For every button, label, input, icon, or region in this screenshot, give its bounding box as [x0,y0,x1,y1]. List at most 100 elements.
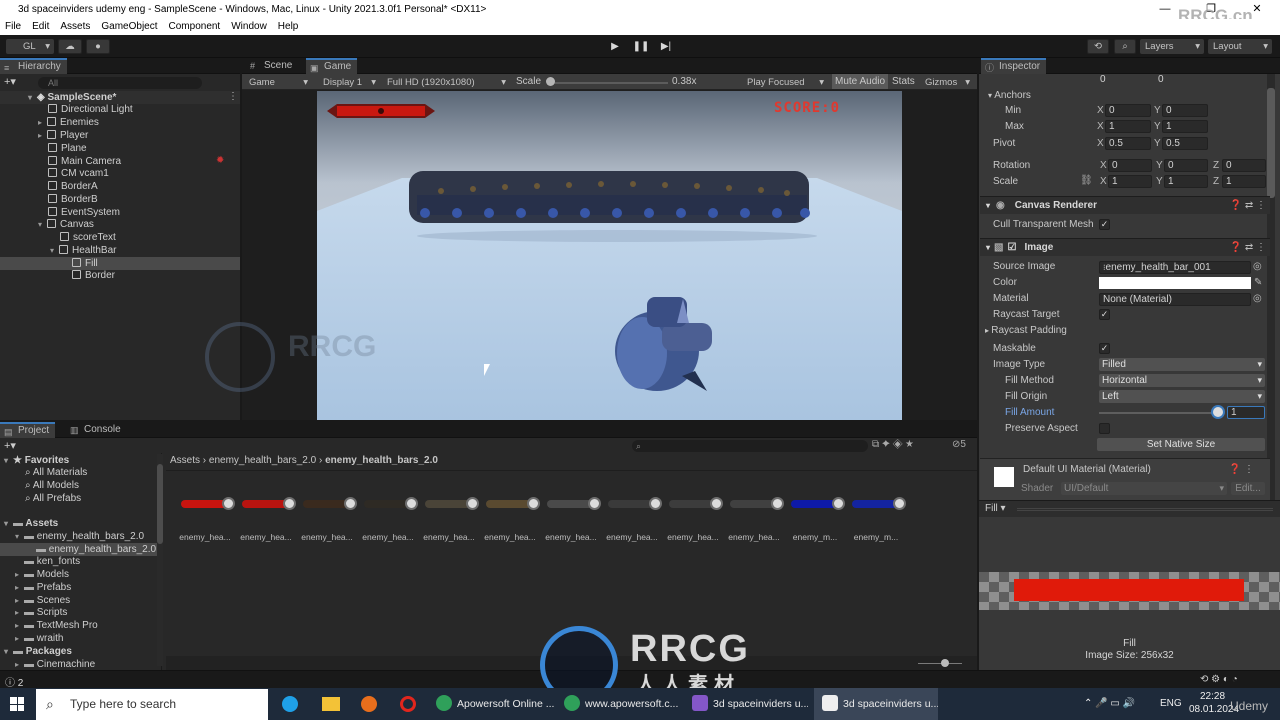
asset-thumbnail[interactable] [181,500,227,508]
tree-item[interactable]: ▾ HealthBar [50,244,116,257]
taskbar-app-browser[interactable]: www.apowersoft.c... [564,688,684,720]
breadcrumb-current[interactable]: enemy_health_bars_2.0 [325,455,438,466]
packages-foldout[interactable]: ▾ ▬ Packages [4,645,72,658]
tree-scrollbar[interactable] [157,454,163,666]
asset-thumbnail[interactable] [486,500,532,508]
fill-amount-knob[interactable] [1213,407,1223,417]
pivot-x[interactable]: 0.5 [1105,137,1151,150]
asset-label[interactable]: enemy_hea... [480,532,540,542]
scale-slider[interactable] [550,82,668,84]
asset-thumbnail[interactable] [303,500,349,508]
pause-button[interactable]: ❚❚ [629,39,653,54]
search-icon[interactable]: ⌕ [1114,39,1136,54]
favorite-item[interactable]: ⌕ All Materials [25,466,87,479]
rotation-x[interactable]: 0 [1108,159,1152,172]
asset-thumbnail[interactable] [242,500,288,508]
anchor-max-x[interactable]: 1 [1105,120,1151,133]
more-icon[interactable]: ⋮ [228,91,238,102]
asset-label[interactable]: enemy_hea... [358,532,418,542]
rotation-y[interactable]: 0 [1164,159,1208,172]
folder-item[interactable]: ▸ ▬ wraith [15,632,63,645]
shader-dropdown[interactable]: UI/Default [1061,482,1227,495]
color-swatch[interactable] [1099,277,1251,289]
tab-project[interactable]: ▤ Project [0,422,56,438]
tree-item[interactable]: CM vcam1 [48,167,109,180]
scale-slider-knob[interactable] [546,77,555,86]
asset-thumbnail[interactable] [547,500,593,508]
gizmos-dropdown[interactable]: Gizmos [920,75,974,90]
width-value[interactable]: 0 [1097,74,1151,87]
mute-audio-toggle[interactable]: Mute Audio [832,74,889,89]
scale-y[interactable]: 1 [1164,175,1208,188]
add-icon[interactable]: +▾ [4,75,18,88]
icon-size-slider[interactable] [918,663,962,664]
raycast-padding-foldout[interactable]: ▸ Raycast Padding [985,324,1067,338]
shader-edit-button[interactable]: Edit... [1231,482,1265,495]
pivot-y[interactable]: 0.5 [1162,137,1208,150]
firefox-icon[interactable] [361,696,377,712]
taskbar-app-visual-studio[interactable]: 3d spaceinviders u... [692,688,808,720]
opera-icon[interactable] [400,696,416,712]
fill-amount-input[interactable]: 1 [1227,406,1265,419]
breadcrumb-item[interactable]: enemy_health_bars_2.0 [209,455,316,466]
tray-icons[interactable]: ⌃ 🎤 ▭ 🔊 [1084,698,1135,709]
menu-file[interactable]: File [5,19,21,35]
anchor-min-x[interactable]: 0 [1105,104,1151,117]
folder-item[interactable]: ▬ ken_fonts [15,555,80,568]
menu-help[interactable]: Help [278,19,299,35]
play-button[interactable]: ▶ [603,39,627,54]
asset-thumbnail[interactable] [791,500,837,508]
asset-thumbnail[interactable] [669,500,715,508]
folder-item[interactable]: ▸ ▬ TextMesh Pro [15,619,98,632]
scale-x[interactable]: 1 [1108,175,1152,188]
create-icon[interactable]: +▾ [4,439,16,452]
image-header[interactable]: ▾ ▧ ☑ Image ❓ ⇄ ⋮ [980,238,1270,256]
folder-item[interactable]: ▸ ▬ Scripts [15,606,67,619]
asset-thumbnail[interactable] [852,500,898,508]
asset-label[interactable]: enemy_hea... [663,532,723,542]
cull-mesh-checkbox[interactable]: ✓ [1099,219,1110,230]
hierarchy-search-input[interactable]: All [38,77,202,89]
resolution-dropdown[interactable]: Full HD (1920x1080) [382,75,510,90]
taskbar-app-apowersoft[interactable]: Apowersoft Online ... [436,688,554,720]
layers-dropdown[interactable]: Layers [1140,39,1204,54]
tree-item[interactable]: Plane [48,142,87,155]
anchor-max-y[interactable]: 1 [1162,120,1208,133]
asset-thumbnail[interactable] [730,500,776,508]
object-picker-icon[interactable]: ◎ [1253,293,1262,304]
menu-component[interactable]: Component [169,19,221,35]
hidden-count[interactable]: ⊘5 [952,439,966,450]
asset-label[interactable]: enemy_m... [785,532,845,542]
status-icons[interactable]: ⟲ ⚙ ◐ ◔ [1200,674,1238,685]
tree-item[interactable]: scoreText [60,231,116,244]
history-icon[interactable]: ⟲ [1087,39,1109,54]
asset-thumbnail[interactable] [425,500,471,508]
preserve-aspect-checkbox[interactable] [1099,423,1110,434]
inspector-scrollbar[interactable] [1267,74,1275,504]
asset-label[interactable]: enemy_hea... [541,532,601,542]
language-indicator[interactable]: ENG [1160,698,1182,709]
windows-start-icon[interactable] [10,697,24,711]
clock-time[interactable]: 22:28 [1200,691,1225,702]
image-type-dropdown[interactable]: Filled [1099,358,1265,371]
fill-origin-dropdown[interactable]: Left [1099,390,1265,403]
cloud-icon[interactable]: ☁ [58,39,82,54]
game-render[interactable] [317,91,902,420]
edge-icon[interactable] [282,696,298,712]
asset-label[interactable]: enemy_hea... [419,532,479,542]
object-picker-icon[interactable]: ◎ [1253,261,1262,272]
anchor-min-y[interactable]: 0 [1162,104,1208,117]
assets-foldout[interactable]: ▾ ▬ Assets [4,517,58,530]
asset-label[interactable]: enemy_m... [846,532,906,542]
asset-thumbnail[interactable] [364,500,410,508]
tab-scene[interactable]: # Scene [246,58,298,74]
folder-item[interactable]: ▾ ▬ enemy_health_bars_2.0 [15,530,144,543]
collab-icon[interactable]: ● [86,39,110,54]
preview-dropdown[interactable]: Fill ▾ [985,503,1006,514]
folder-item[interactable]: ▸ ▬ Prefabs [15,581,71,594]
icon-size-knob[interactable] [941,659,949,667]
tree-item[interactable]: Border [72,269,115,282]
favorite-item[interactable]: ⌕ All Models [25,479,79,492]
menu-edit[interactable]: Edit [32,19,49,35]
menu-assets[interactable]: Assets [60,19,90,35]
